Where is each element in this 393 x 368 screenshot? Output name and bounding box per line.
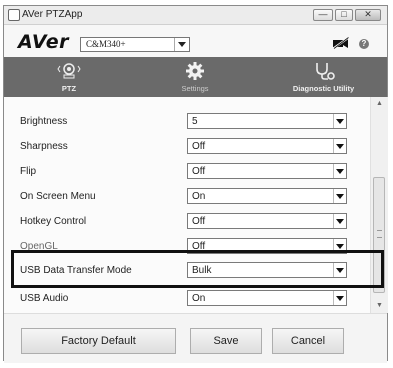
setting-label: Hotkey Control	[20, 216, 87, 227]
usb-audio-dropdown[interactable]: On	[187, 290, 347, 306]
dropdown-value: Off	[192, 141, 206, 152]
app-icon	[8, 9, 20, 21]
footer-bar: Factory Default Save Cancel	[4, 313, 387, 363]
minimize-icon: —	[318, 9, 328, 19]
chevron-down-icon	[333, 139, 346, 153]
hotkey-control-dropdown[interactable]: Off	[187, 213, 347, 229]
on-screen-menu-dropdown[interactable]: On	[187, 188, 347, 204]
sharpness-dropdown[interactable]: Off	[187, 138, 347, 154]
help-icon[interactable]: ?	[359, 39, 369, 49]
chevron-down-icon	[333, 114, 346, 128]
aver-logo: AVer	[18, 31, 69, 53]
setting-label: On Screen Menu	[20, 191, 96, 202]
setting-label: Brightness	[20, 116, 68, 127]
app-window: AVer PTZApp — □ ✕ AVer C&M340+ ? PTZ Set…	[3, 5, 388, 363]
cancel-button[interactable]: Cancel	[272, 328, 344, 354]
flip-dropdown[interactable]: Off	[187, 163, 347, 179]
dropdown-value: On	[192, 293, 206, 304]
tab-bar: PTZ Settings Diagnostic Utility	[4, 57, 387, 97]
chevron-down-icon	[174, 38, 189, 51]
close-button[interactable]: ✕	[355, 9, 381, 21]
setting-label: Sharpness	[20, 141, 68, 152]
setting-label: USB Audio	[20, 293, 69, 304]
camera-model-select[interactable]: C&M340+	[80, 37, 190, 52]
tab-ptz[interactable]: PTZ	[24, 57, 114, 97]
setting-label: Flip	[20, 166, 37, 177]
minimize-button[interactable]: —	[313, 9, 333, 21]
scroll-up-icon[interactable]: ▲	[371, 97, 388, 111]
chevron-down-icon	[333, 164, 346, 178]
stethoscope-icon	[315, 63, 335, 80]
setting-row-on-screen-menu: On Screen Menu On	[4, 185, 370, 209]
dropdown-value: Off	[192, 216, 206, 227]
gear-icon	[186, 62, 204, 80]
dropdown-value: Off	[192, 166, 206, 177]
setting-row-flip: Flip Off	[4, 160, 370, 184]
brand-bar: AVer C&M340+ ?	[4, 25, 387, 57]
close-icon: ✕	[364, 9, 372, 19]
chevron-down-icon	[333, 189, 346, 203]
window-title: AVer PTZApp	[22, 9, 83, 20]
tab-diagnostic-label: Diagnostic Utility	[292, 84, 355, 93]
tab-settings[interactable]: Settings	[150, 57, 240, 97]
camera-model-value: C&M340+	[86, 39, 126, 49]
camera-icon	[57, 63, 81, 79]
brightness-dropdown[interactable]: 5	[187, 113, 347, 129]
highlight-box	[11, 250, 384, 288]
dropdown-value: 5	[192, 116, 198, 127]
grip-icon	[377, 230, 382, 238]
tab-ptz-label: PTZ	[61, 84, 77, 93]
title-bar: AVer PTZApp — □ ✕	[4, 6, 387, 25]
tab-diagnostic-utility[interactable]: Diagnostic Utility	[266, 57, 381, 97]
maximize-button[interactable]: □	[335, 9, 353, 21]
maximize-icon: □	[341, 9, 347, 19]
dropdown-value: On	[192, 191, 206, 202]
setting-row-hotkey-control: Hotkey Control Off	[4, 210, 370, 234]
tab-settings-label: Settings	[181, 84, 209, 93]
camera-off-icon[interactable]	[332, 37, 350, 49]
factory-default-button[interactable]: Factory Default	[21, 328, 176, 354]
setting-row-brightness: Brightness 5	[4, 110, 370, 134]
chevron-down-icon	[333, 214, 346, 228]
setting-row-sharpness: Sharpness Off	[4, 135, 370, 159]
setting-row-usb-audio: USB Audio On	[4, 287, 370, 311]
scroll-down-icon[interactable]: ▼	[371, 299, 388, 313]
chevron-down-icon	[333, 291, 346, 305]
save-button[interactable]: Save	[190, 328, 262, 354]
